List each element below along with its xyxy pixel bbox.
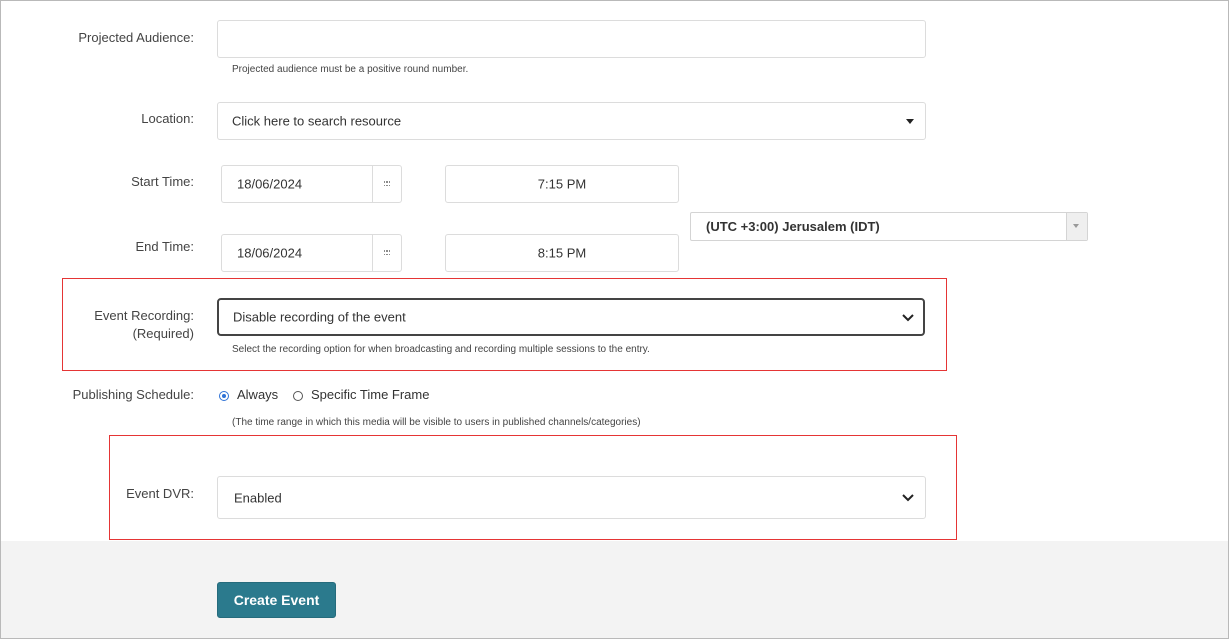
event-recording-value: Disable recording of the event — [233, 309, 406, 325]
event-recording-label-line1: Event Recording: — [94, 308, 194, 323]
calendar-icon — [383, 181, 391, 187]
publishing-specific-timeframe-radio[interactable] — [293, 391, 303, 401]
start-time-input[interactable]: 7:15 PM — [445, 165, 679, 203]
end-time-label: End Time: — [135, 239, 194, 254]
publishing-schedule-help: (The time range in which this media will… — [232, 417, 641, 428]
start-time-label: Start Time: — [131, 174, 194, 189]
footer-area — [1, 541, 1228, 638]
publishing-always-radio[interactable] — [219, 391, 229, 401]
location-placeholder: Click here to search resource — [232, 113, 402, 129]
end-date-value: 18/06/2024 — [237, 245, 303, 261]
chevron-down-icon — [902, 314, 914, 322]
start-date-calendar-button[interactable] — [372, 165, 402, 203]
caret-down-icon — [1073, 224, 1079, 228]
event-dvr-select[interactable]: Enabled — [217, 476, 926, 519]
location-label: Location: — [141, 111, 194, 126]
event-recording-select[interactable]: Disable recording of the event — [217, 298, 925, 336]
create-event-button[interactable]: Create Event — [217, 582, 336, 618]
event-dvr-value: Enabled — [234, 490, 282, 505]
projected-audience-label: Projected Audience: — [78, 30, 194, 45]
timezone-arrow-box — [1066, 213, 1087, 240]
event-recording-help: Select the recording option for when bro… — [232, 344, 650, 355]
projected-audience-input[interactable] — [217, 20, 926, 58]
caret-down-icon — [906, 119, 914, 124]
event-recording-label: Event Recording: (Required) — [4, 307, 194, 343]
publishing-always-label[interactable]: Always — [237, 387, 278, 402]
end-date-input[interactable]: 18/06/2024 — [221, 234, 373, 272]
chevron-down-icon — [902, 494, 914, 502]
timezone-value: (UTC +3:00) Jerusalem (IDT) — [706, 219, 880, 234]
event-dvr-label: Event DVR: — [126, 486, 194, 501]
start-date-input[interactable]: 18/06/2024 — [221, 165, 373, 203]
end-time-input[interactable]: 8:15 PM — [445, 234, 679, 272]
timezone-select[interactable]: (UTC +3:00) Jerusalem (IDT) — [690, 212, 1088, 241]
publishing-specific-timeframe-label[interactable]: Specific Time Frame — [311, 387, 429, 402]
calendar-icon — [383, 250, 391, 256]
projected-audience-help: Projected audience must be a positive ro… — [232, 64, 469, 75]
end-date-calendar-button[interactable] — [372, 234, 402, 272]
end-time-value: 8:15 PM — [537, 245, 587, 261]
start-date-value: 18/06/2024 — [237, 176, 303, 192]
location-select[interactable]: Click here to search resource — [217, 102, 926, 140]
event-recording-label-line2: (Required) — [132, 326, 194, 341]
publishing-schedule-label: Publishing Schedule: — [72, 387, 194, 402]
start-time-value: 7:15 PM — [537, 176, 587, 192]
